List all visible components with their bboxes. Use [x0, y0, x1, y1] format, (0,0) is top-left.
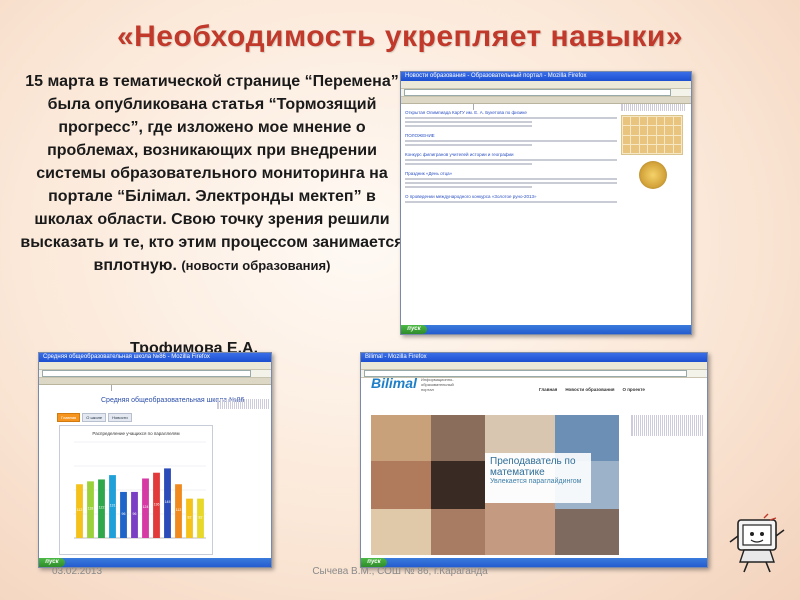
news-text — [405, 163, 533, 165]
chart-data-label: 124 — [143, 505, 149, 509]
news-list: Открытая Олимпиада КарГУ им. Е. А. Букет… — [405, 104, 621, 205]
photo-banner: Преподаватель по математике Увлекается п… — [371, 415, 619, 555]
chart-data-label: 82 — [188, 515, 192, 519]
chart-data-label: 112 — [176, 508, 182, 512]
bilimal-logo[interactable]: Bilimal — [371, 375, 417, 391]
students-chart: Распределение учащихся по параллелям 112… — [59, 425, 213, 555]
browser-tabs — [401, 97, 691, 110]
chart-data-label: 145 — [165, 500, 171, 504]
url-field[interactable] — [42, 370, 251, 377]
school-tabs: Главная О школе Новости — [57, 413, 132, 422]
chart-data-label: 96 — [133, 512, 137, 516]
screenshot-bilimal-portal: Bilimal - Mozilla Firefox Bilimal Информ… — [360, 352, 708, 568]
news-text — [405, 121, 533, 123]
browser-menubar — [39, 362, 271, 370]
nav-about[interactable]: О проекте — [622, 387, 644, 392]
news-text — [405, 182, 617, 184]
news-text — [405, 140, 617, 142]
news-text — [405, 117, 617, 119]
news-link[interactable]: ПОЛОЖЕНИЕ — [405, 133, 617, 138]
footer-author: Сычева В.М., СОШ № 86, г.Караганда — [312, 566, 488, 577]
nav-news[interactable]: Новости образования — [565, 387, 614, 392]
screenshot-school-page: Средняя общеобразовательная школа №86 - … — [38, 352, 272, 568]
browser-tab[interactable] — [39, 385, 112, 391]
chart-data-label: 131 — [110, 504, 116, 508]
sidebar-item[interactable] — [217, 408, 269, 409]
bilimal-subtitle: Информационно-образовательный портал — [421, 377, 454, 392]
slide-body-text: 15 марта в тематической странице “Переме… — [18, 70, 406, 277]
news-text — [405, 201, 617, 203]
banner-title: Преподаватель по математике — [490, 456, 576, 478]
chart-data-label: 82 — [199, 515, 203, 519]
url-field[interactable] — [404, 89, 671, 96]
tab-about[interactable]: О школе — [82, 413, 107, 422]
news-text — [405, 144, 533, 146]
tab-news[interactable]: Новости — [108, 413, 132, 422]
school-sidebar — [217, 399, 269, 409]
news-link[interactable]: О проведении международного конкурса «Зо… — [405, 194, 617, 199]
chart-svg: Распределение учащихся по параллелям 112… — [74, 431, 206, 539]
chart-data-label: 112 — [77, 508, 83, 512]
emblem-icon — [639, 161, 667, 189]
screenshot-news-page: Новости образования - Образовательный по… — [400, 71, 692, 335]
news-link[interactable]: Праздник «День отца» — [405, 171, 617, 176]
browser-menubar — [361, 362, 707, 370]
body-main-text: 15 марта в тематической странице “Переме… — [20, 73, 404, 274]
tab-main[interactable]: Главная — [57, 413, 81, 422]
banner-caption: Преподаватель по математике Увлекается п… — [485, 453, 591, 503]
chart-data-label: 136 — [154, 502, 160, 506]
calendar-widget[interactable] — [621, 115, 683, 155]
address-bar[interactable] — [39, 370, 271, 378]
news-link[interactable]: Конкурс филигранов учителей истории и ге… — [405, 152, 617, 157]
news-sidebar — [621, 104, 685, 189]
nav-home[interactable]: Главная — [539, 387, 557, 392]
portal-sidebar — [631, 415, 703, 436]
portal-nav: Главная Новости образования О проекте — [539, 387, 645, 392]
window-titlebar: Новости образования - Образовательный по… — [401, 72, 691, 81]
body-source-text: (новости образования) — [181, 258, 331, 273]
sidebar-item[interactable] — [621, 110, 685, 111]
chart-title: Распределение учащихся по параллелям — [92, 431, 179, 436]
chart-data-label: 118 — [88, 507, 94, 511]
chart-data-label: 96 — [122, 512, 126, 516]
browser-tabs — [39, 378, 271, 391]
sidebar-item[interactable] — [631, 435, 703, 436]
slide-title: «Необходимость укрепляет навыки» — [116, 20, 684, 53]
news-link[interactable]: Открытая Олимпиада КарГУ им. Е. А. Букет… — [405, 110, 617, 115]
news-text — [405, 125, 533, 127]
banner-subtitle: Увлекается параглайдингом — [490, 478, 582, 485]
browser-menubar — [401, 81, 691, 89]
news-text — [405, 186, 533, 188]
taskbar — [401, 325, 691, 334]
news-text — [405, 178, 617, 180]
window-titlebar: Средняя общеобразовательная школа №86 - … — [39, 353, 271, 362]
address-bar[interactable] — [401, 89, 691, 97]
window-titlebar: Bilimal - Mozilla Firefox — [361, 353, 707, 362]
chart-data-label: 122 — [99, 506, 105, 510]
news-text — [405, 159, 617, 161]
start-button[interactable]: пуск — [401, 325, 427, 334]
